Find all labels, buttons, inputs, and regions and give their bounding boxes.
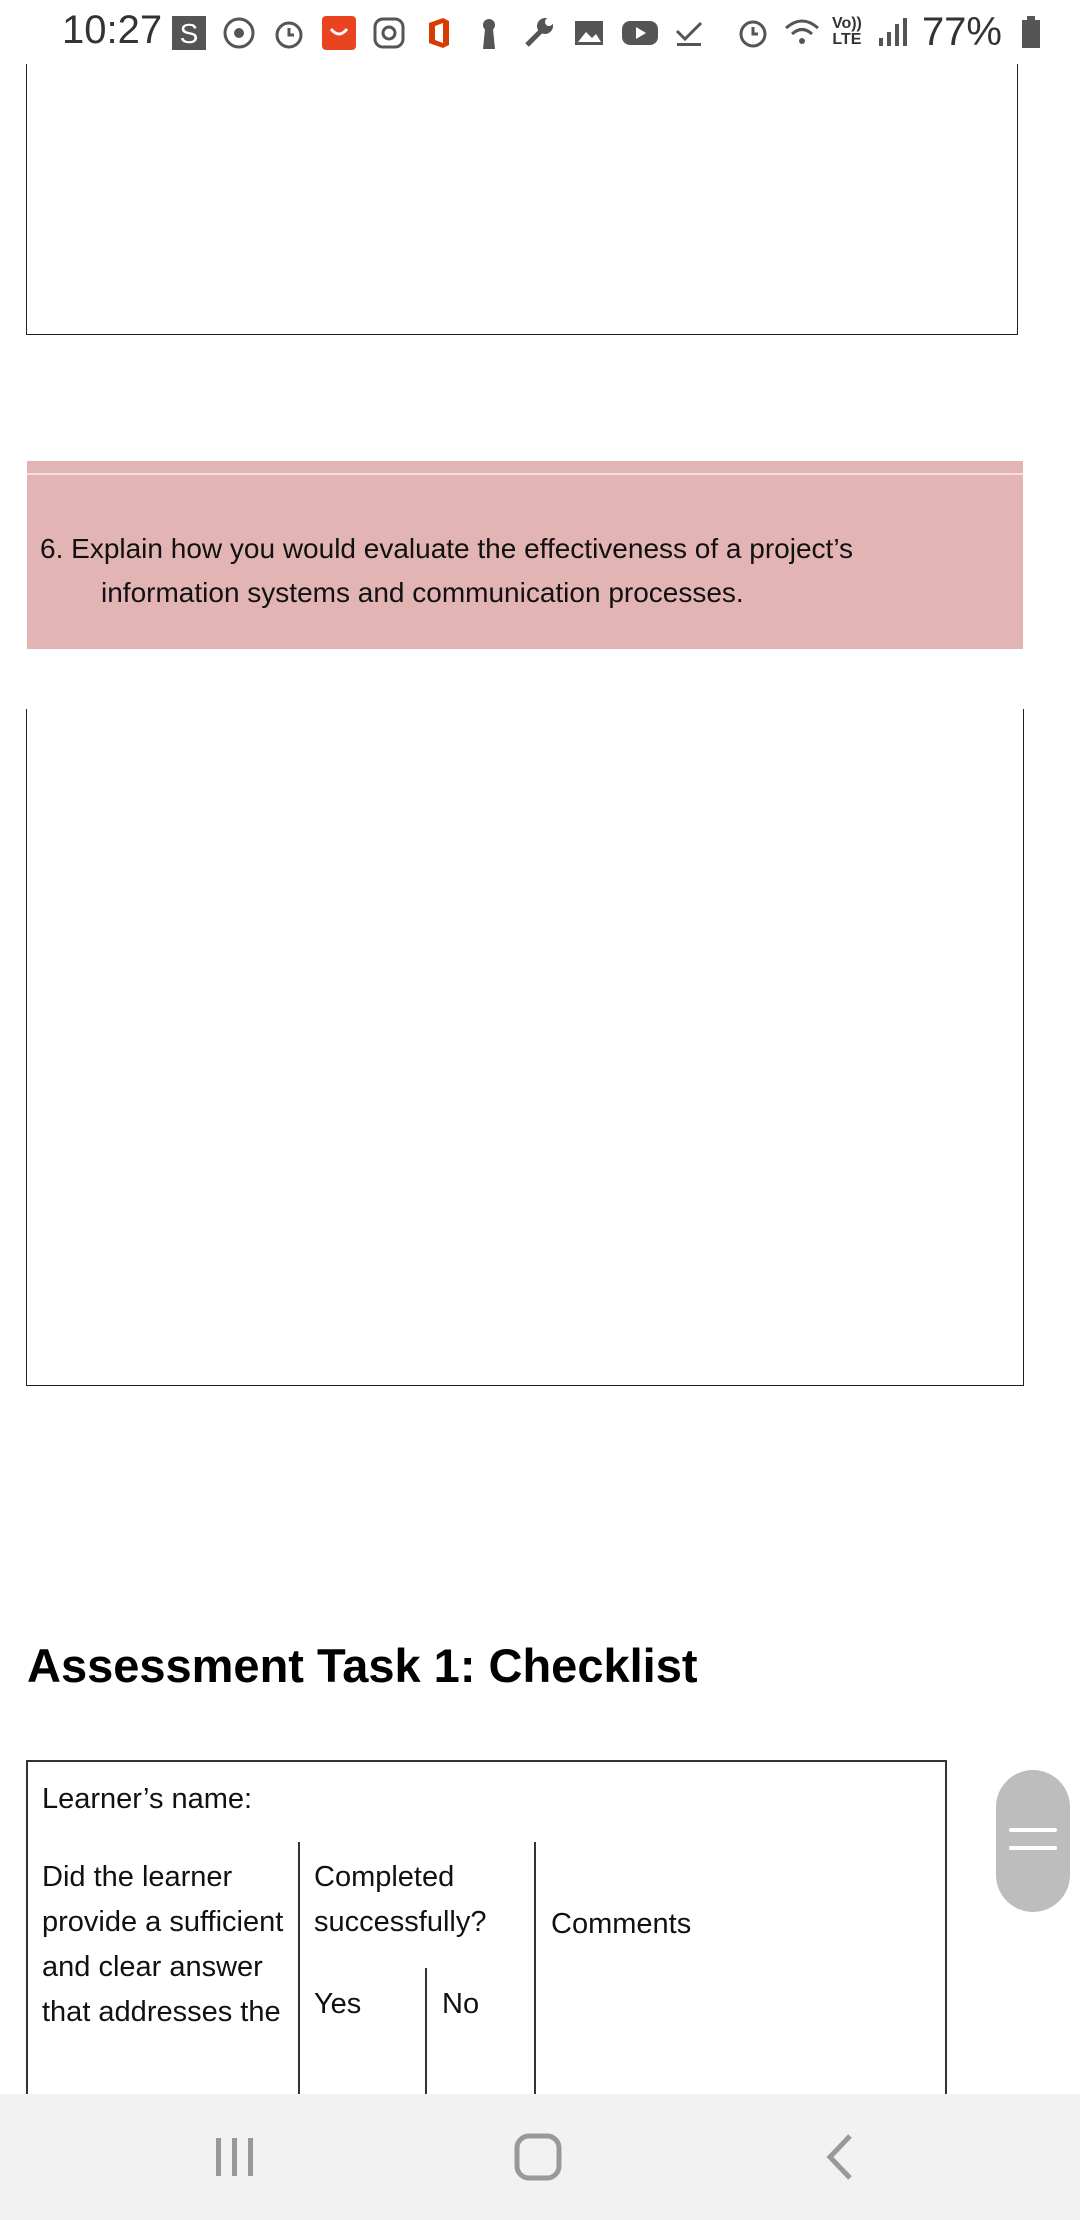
battery-icon [1012, 13, 1050, 51]
table-divider-yes-no [425, 1968, 427, 2094]
signal-icon [874, 13, 912, 51]
learner-name-label: Learner’s name: [42, 1783, 253, 1815]
notification-icons: S [170, 12, 708, 54]
instagram-icon [370, 14, 408, 52]
scroll-handle-grip-bottom [1009, 1846, 1057, 1850]
table-divider-criteria [298, 1842, 300, 2094]
no-column-header: No [442, 1988, 480, 2020]
recent-apps-icon[interactable] [195, 2124, 275, 2190]
completed-header: Completed successfully? [314, 1861, 487, 1938]
system-icons: Vo)) LTE 77% [734, 8, 1050, 56]
wrench-icon [520, 14, 558, 52]
navigation-bar [0, 2094, 1080, 2220]
table-border-left [26, 1760, 28, 2094]
check-icon [670, 14, 708, 52]
alarm-icon [270, 14, 308, 52]
gallery-icon [570, 14, 608, 52]
sync-icon [220, 14, 258, 52]
previous-answer-box[interactable] [26, 60, 1018, 335]
band-divider [27, 473, 1023, 475]
question-6-answer-box[interactable] [26, 709, 1024, 1386]
question-line-2: information systems and communication pr… [101, 577, 744, 608]
keyhole-icon [470, 14, 508, 52]
status-bar: 10:27 S Vo)) LTE 77% [0, 0, 1080, 64]
lte-icon: Vo)) LTE [831, 15, 862, 48]
svg-text:S: S [180, 18, 199, 49]
alarm-icon [734, 13, 772, 51]
table-border-top [26, 1760, 946, 1762]
battery-percent: 77% [921, 9, 1002, 54]
question-number: 6. [40, 533, 64, 564]
table-border-right [945, 1760, 947, 2094]
office-icon [420, 14, 458, 52]
wifi-icon [782, 13, 820, 51]
criteria-header: Did the learner provide a sufficient and… [42, 1861, 284, 2028]
scroll-handle[interactable] [996, 1770, 1070, 1912]
home-icon[interactable] [498, 2124, 578, 2190]
s-icon: S [170, 14, 208, 52]
yes-column-header: Yes [314, 1988, 362, 2020]
table-divider-comments [534, 1842, 536, 2094]
back-icon[interactable] [800, 2124, 880, 2190]
aliexpress-icon [320, 14, 358, 52]
youtube-icon [620, 14, 658, 52]
question-6-text: 6. Explain how you would evaluate the ef… [40, 527, 1000, 615]
question-line-1: Explain how you would evaluate the effec… [71, 533, 854, 564]
checklist-heading: Assessment Task 1: Checklist [27, 1639, 698, 1692]
scroll-handle-grip-top [1009, 1828, 1057, 1832]
checklist-table: Learner’s name: Did the learner provide … [26, 1760, 947, 2094]
status-time: 10:27 [62, 8, 163, 52]
question-6-band: 6. Explain how you would evaluate the ef… [27, 461, 1023, 649]
comments-header: Comments [551, 1908, 692, 1940]
